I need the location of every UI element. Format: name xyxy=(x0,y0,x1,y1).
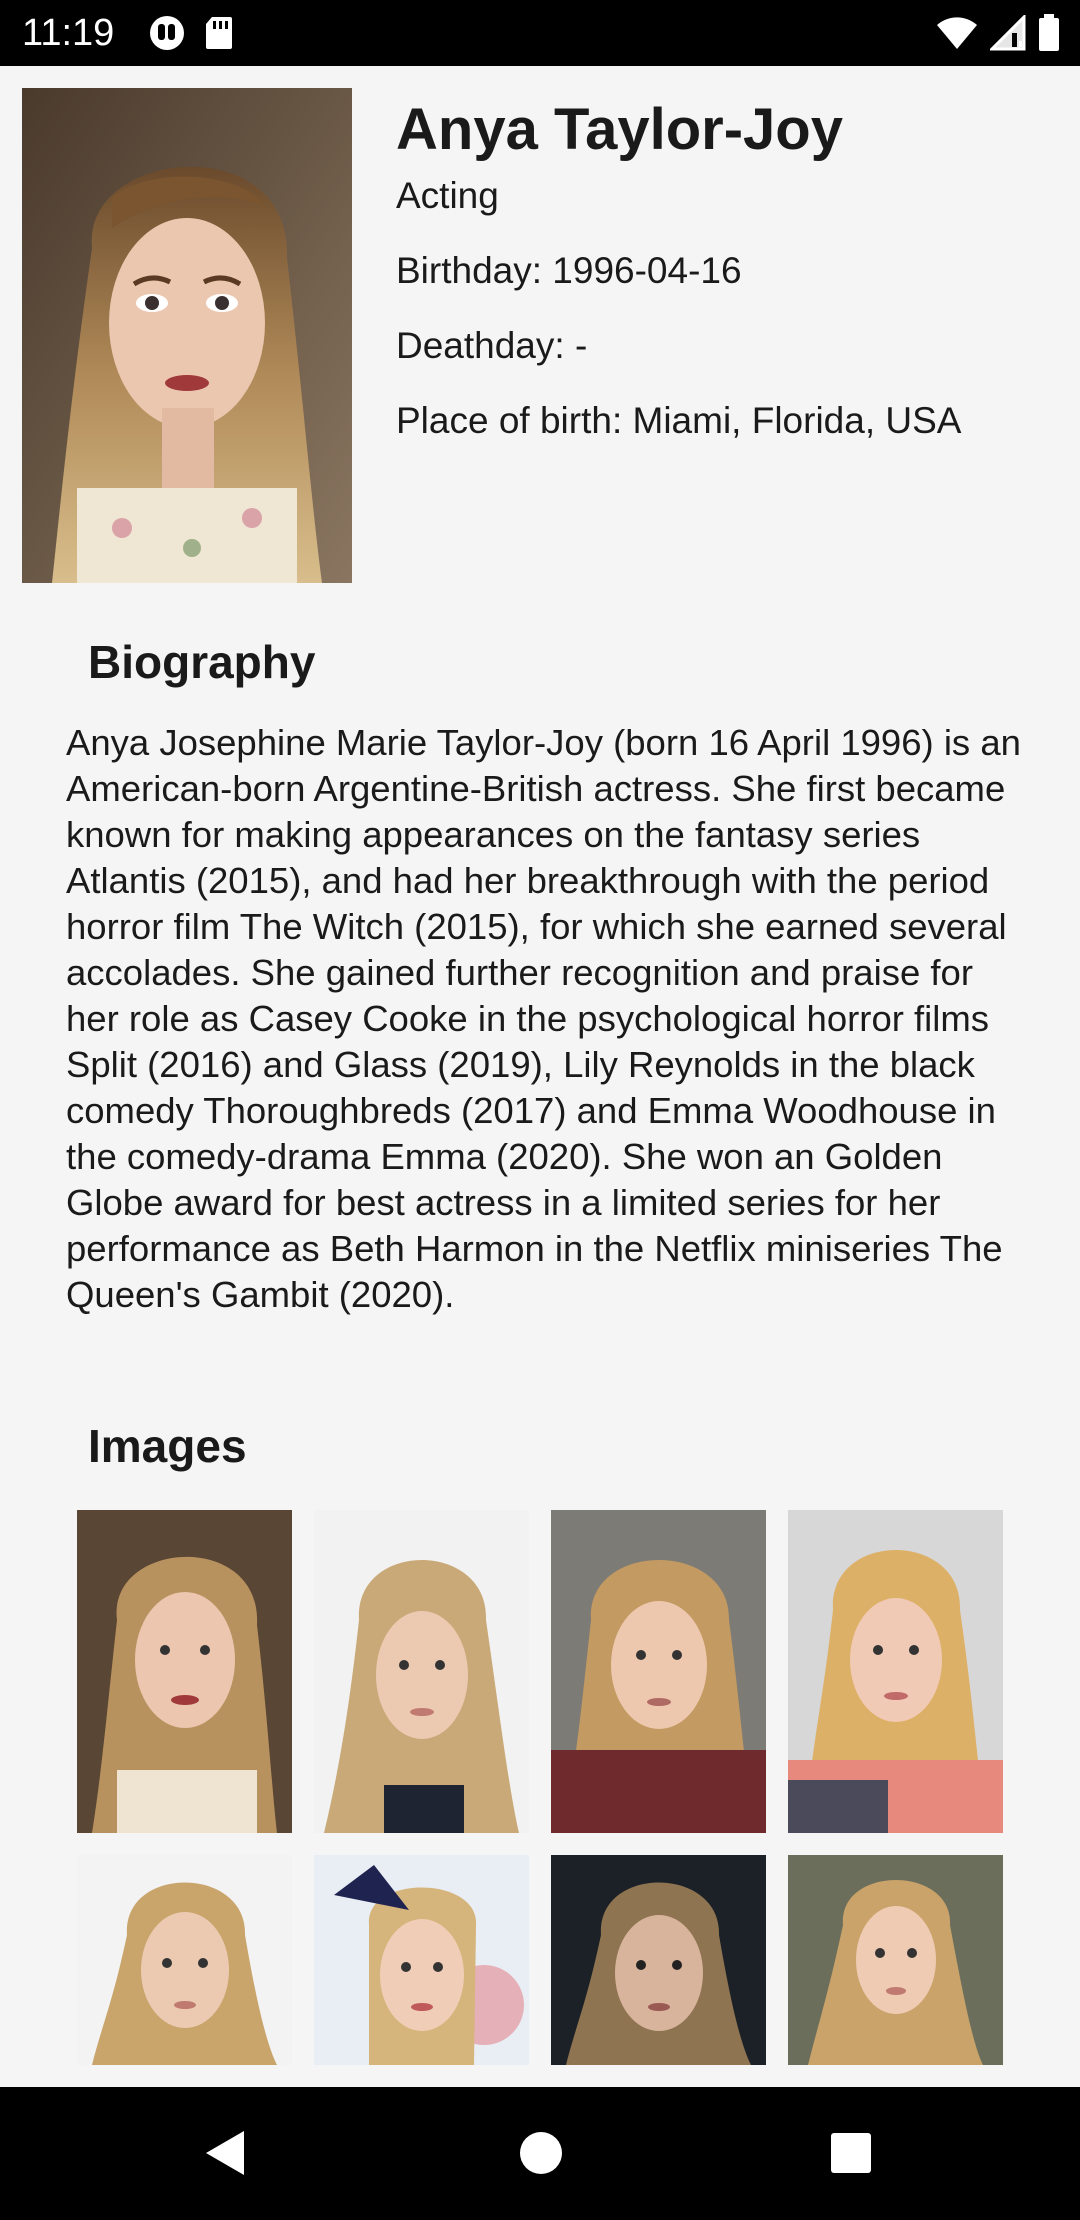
images-title: Images xyxy=(88,1420,247,1472)
image-thumbnail[interactable] xyxy=(77,1510,292,1833)
image-thumbnail[interactable] xyxy=(788,1855,1003,2065)
media-icon xyxy=(148,14,186,52)
profile-photo xyxy=(22,88,352,583)
person-birthday: Birthday: 1996-04-16 xyxy=(396,250,742,291)
image-thumbnail[interactable] xyxy=(314,1510,529,1833)
wifi-icon xyxy=(936,15,978,51)
image-thumbnail[interactable] xyxy=(77,1855,292,2065)
recents-icon[interactable] xyxy=(821,2123,881,2188)
person-place-of-birth: Place of birth: Miami, Florida, USA xyxy=(396,400,962,441)
person-deathday: Deathday: - xyxy=(396,325,588,366)
image-thumbnail[interactable] xyxy=(788,1510,1003,1833)
biography-title: Biography xyxy=(88,636,316,688)
biography-text: Anya Josephine Marie Taylor-Joy (born 16… xyxy=(66,722,1021,1315)
image-thumbnail[interactable] xyxy=(314,1855,529,2065)
image-thumbnail[interactable] xyxy=(551,1510,766,1833)
sd-card-icon xyxy=(204,15,234,51)
home-icon[interactable] xyxy=(511,2123,571,2188)
status-time: 11:19 xyxy=(22,12,115,54)
person-info: Anya Taylor-Joy Acting Birthday: 1996-04… xyxy=(396,94,1056,443)
image-thumbnail[interactable] xyxy=(551,1855,766,2065)
back-icon[interactable] xyxy=(196,2123,256,2188)
status-bar: 11:19 xyxy=(0,0,1080,66)
person-name: Anya Taylor-Joy xyxy=(396,97,843,162)
person-department: Acting xyxy=(396,175,499,216)
signal-icon xyxy=(990,15,1026,51)
battery-icon xyxy=(1038,14,1060,52)
navigation-bar xyxy=(0,2087,1080,2220)
